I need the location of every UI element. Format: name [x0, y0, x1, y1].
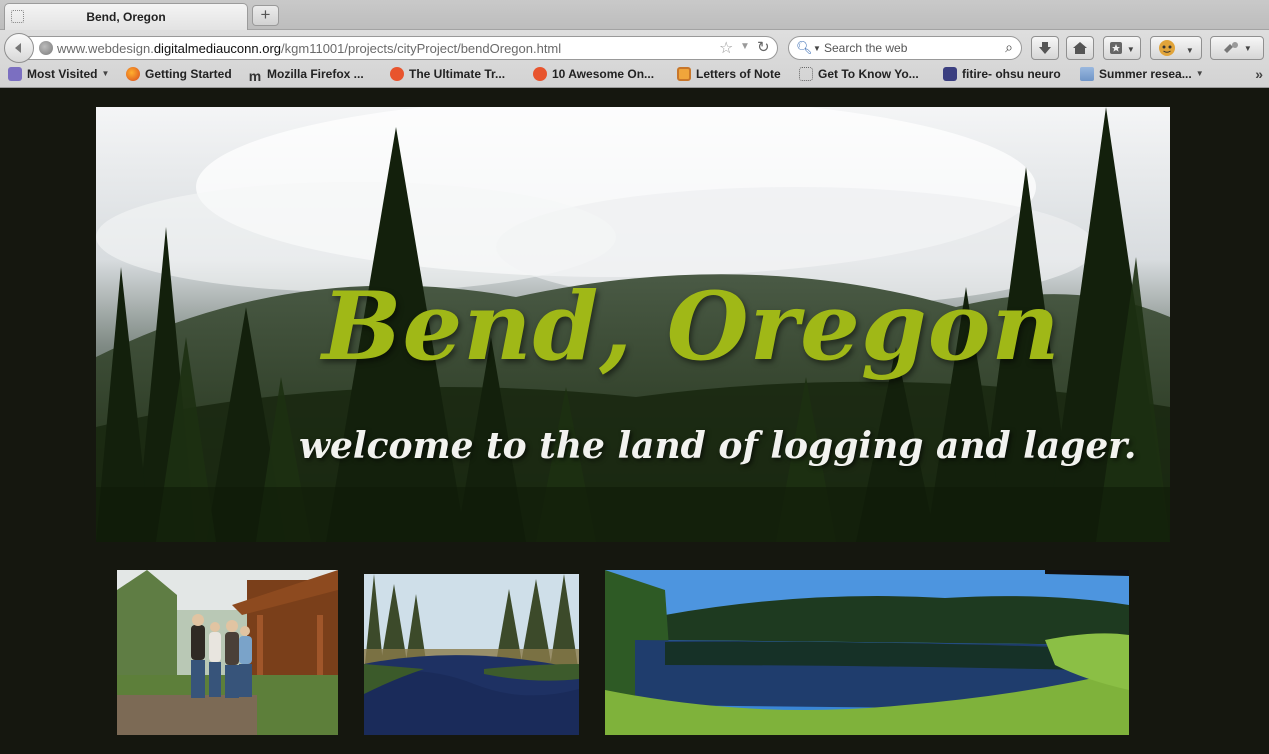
- bookmarks-overflow-icon[interactable]: »: [1255, 66, 1263, 82]
- url-text[interactable]: www.webdesign.digitalmediauconn.org/kgm1…: [57, 41, 561, 56]
- bookmark-most-visited[interactable]: Most Visited ▼: [8, 67, 109, 81]
- url-domain: digitalmediauconn.org: [153, 41, 282, 56]
- family-cabin-photo: [117, 570, 338, 735]
- mozilla-icon: m: [248, 68, 262, 84]
- new-tab-button[interactable]: +: [252, 5, 279, 26]
- web-page: Bend, Oregon welcome to the land of logg…: [0, 88, 1269, 754]
- browser-chrome: Bend, Oregon + www.webdesign.digitalmedi…: [0, 0, 1269, 88]
- bookmark-the-ultimate[interactable]: The Ultimate Tr...: [390, 67, 505, 81]
- globe-icon: [39, 41, 53, 55]
- blank-page-icon: [799, 67, 813, 81]
- hero-title: Bend, Oregon: [322, 272, 1061, 382]
- bookmark-label: fitire- ohsu neuro: [962, 67, 1061, 81]
- navigation-toolbar: www.webdesign.digitalmediauconn.org/kgm1…: [0, 31, 1269, 63]
- bookmark-label: 10 Awesome On...: [552, 67, 655, 81]
- tools-button[interactable]: ▼: [1210, 36, 1264, 60]
- history-dropdown-icon[interactable]: ▼: [740, 41, 750, 52]
- hero-banner: Bend, Oregon welcome to the land of logg…: [96, 107, 1170, 542]
- tab-title: Bend, Oregon: [86, 10, 166, 24]
- url-prefix: www.webdesign.: [57, 41, 154, 56]
- firefox-icon: [126, 67, 140, 81]
- most-visited-icon: [8, 67, 22, 81]
- tab-strip: Bend, Oregon +: [0, 0, 1269, 30]
- url-path: /kgm11001/projects/cityProject/bendOrego…: [281, 41, 562, 56]
- document-icon: [943, 67, 957, 81]
- letters-icon: [677, 67, 691, 81]
- tools-icon: [1224, 42, 1239, 53]
- bookmark-star-icon[interactable]: ☆: [719, 38, 733, 58]
- home-icon: [1073, 42, 1087, 54]
- bookmark-label: Get To Know Yo...: [818, 67, 919, 81]
- bookmark-getting-started[interactable]: Getting Started: [126, 67, 232, 81]
- bookmark-get-to-know[interactable]: Get To Know Yo...: [799, 67, 919, 81]
- downloads-button[interactable]: [1031, 36, 1059, 60]
- download-arrow-icon: [1039, 42, 1051, 54]
- bookmarks-menu-button[interactable]: ▼: [1103, 36, 1141, 60]
- search-engine-icon[interactable]: 🔍︎: [796, 40, 813, 56]
- stumbleupon-icon: [533, 67, 547, 81]
- river-photo-image: [364, 574, 579, 735]
- bookmark-summer-research[interactable]: Summer resea... ▼: [1080, 67, 1204, 81]
- bookmark-letters-of-note[interactable]: Letters of Note: [677, 67, 781, 81]
- address-bar[interactable]: www.webdesign.digitalmediauconn.org/kgm1…: [28, 36, 778, 60]
- bookmarks-star-icon: [1110, 42, 1123, 54]
- bookmarks-toolbar: Most Visited ▼ Getting Started m Mozilla F…: [0, 63, 1269, 87]
- bookmark-mozilla-firefox[interactable]: m Mozilla Firefox ...: [248, 67, 364, 83]
- lake-panorama-photo: [605, 570, 1129, 735]
- bookmark-fitire-ohsu[interactable]: fitire- ohsu neuro: [943, 67, 1061, 81]
- hero-subtitle: welcome to the land of logging and lager…: [299, 425, 1137, 467]
- search-bar[interactable]: 🔍︎ ▼ Search the web ⌕: [788, 36, 1022, 60]
- tab-bend-oregon[interactable]: Bend, Oregon: [4, 3, 248, 30]
- river-photo: [364, 574, 579, 735]
- bookmark-label: Most Visited: [27, 67, 98, 81]
- stumbleupon-icon: [390, 67, 404, 81]
- bookmark-label: Getting Started: [145, 67, 232, 81]
- search-engine-dropdown-icon[interactable]: ▼: [813, 44, 821, 53]
- family-photo-image: [117, 570, 338, 735]
- search-placeholder: Search the web: [824, 41, 908, 55]
- bookmark-label: Mozilla Firefox ...: [267, 67, 364, 81]
- bookmark-label: The Ultimate Tr...: [409, 67, 506, 81]
- addon-button[interactable]: ▼: [1150, 36, 1202, 60]
- reload-icon[interactable]: ↻: [757, 38, 770, 56]
- bookmark-label: Letters of Note: [696, 67, 781, 81]
- back-arrow-icon: [15, 43, 21, 53]
- home-button[interactable]: [1066, 36, 1094, 60]
- bookmark-10-awesome[interactable]: 10 Awesome On...: [533, 67, 654, 81]
- bookmark-label: Summer resea...: [1099, 67, 1192, 81]
- chevron-down-icon: ▼: [101, 69, 110, 78]
- folder-icon: [1080, 67, 1094, 81]
- search-go-icon[interactable]: ⌕: [1005, 39, 1013, 56]
- lake-photo-image: [605, 570, 1129, 735]
- chevron-down-icon: ▼: [1195, 69, 1204, 78]
- back-button[interactable]: [4, 33, 34, 63]
- addon-monkey-icon: [1159, 40, 1176, 56]
